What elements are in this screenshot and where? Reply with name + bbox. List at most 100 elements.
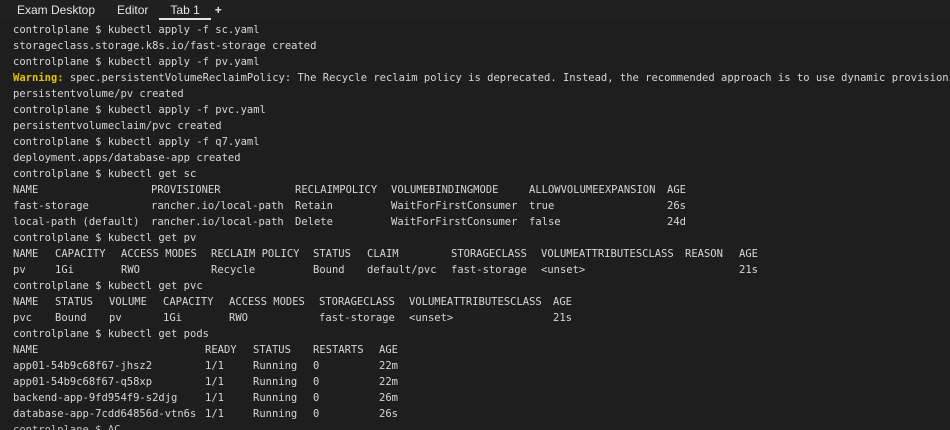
sc-cell: 24d [667,216,686,228]
pods-col-age: AGE [379,344,398,356]
sc-table-row: local-path (default) rancher.io/local-pa… [0,214,950,230]
pv-col-age: AGE [739,248,758,260]
pv-table-header: NAME CAPACITY ACCESS MODES RECLAIM POLIC… [0,246,950,262]
tab-terminal-1[interactable]: Tab 1 [159,3,211,20]
pv-cell: RWO [121,264,140,276]
pvc-col-volumeattributesclass: VOLUMEATTRIBUTESCLASS [409,296,542,308]
pv-col-reason: REASON [685,248,723,260]
tab-editor[interactable]: Editor [106,3,159,20]
pods-col-status: STATUS [253,344,291,356]
pv-cell: pv [13,264,26,276]
pvc-col-volume: VOLUME [109,296,147,308]
pvc-cell: RWO [229,312,248,324]
pv-col-volumeattributesclass: VOLUMEATTRIBUTESCLASS [541,248,674,260]
sc-cell: 26s [667,200,686,212]
pvc-col-name: NAME [13,296,39,308]
pods-table-row: app01-54b9c68f67-q58xp 1/1 Running 0 22m [0,374,950,390]
pods-cell: 26m [379,392,398,404]
add-tab-button[interactable]: + [211,3,228,20]
pvc-table-row: pvc Bound pv 1Gi RWO fast-storage <unset… [0,310,950,326]
sc-cell: local-path (default) [13,216,140,228]
sc-table-row: fast-storage rancher.io/local-path Retai… [0,198,950,214]
command-line: controlplane $ kubectl apply -f q7.yaml [13,136,260,148]
warning-line: Warning: spec.persistentVolumeReclaimPol… [0,70,950,86]
pvc-cell: pv [109,312,122,324]
command-line: controlplane $ kubectl get pods [13,328,209,340]
pvc-col-status: STATUS [55,296,93,308]
sc-cell: fast-storage [13,200,89,212]
pods-cell: 0 [313,376,320,388]
pv-cell: default/pvc [367,264,437,276]
pods-cell: Running [253,360,298,372]
output-line: deployment.apps/database-app created [13,152,241,164]
command-line: controlplane $ kubectl apply -f sc.yaml [13,24,260,36]
pods-cell: 0 [313,360,320,372]
pods-cell: 1/1 [205,408,224,420]
sc-cell: true [529,200,555,212]
sc-col-reclaimpolicy: RECLAIMPOLICY [295,184,378,196]
sc-col-volumebindingmode: VOLUMEBINDINGMODE [391,184,499,196]
pv-cell: Recycle [211,264,256,276]
sc-col-age: AGE [667,184,686,196]
pvc-cell: fast-storage [319,312,395,324]
pods-cell: backend-app-9fd954f9-s2djg [13,392,178,404]
pods-cell: 1/1 [205,360,224,372]
tab-exam-desktop[interactable]: Exam Desktop [6,3,106,20]
pvc-cell: 21s [553,312,572,324]
pv-cell: <unset> [541,264,586,276]
pv-cell: Bound [313,264,345,276]
pvc-cell: pvc [13,312,32,324]
pods-col-name: NAME [13,344,39,356]
pods-col-restarts: RESTARTS [313,344,364,356]
pvc-col-storageclass: STORAGECLASS [319,296,395,308]
sc-cell: false [529,216,561,228]
pods-cell: Running [253,376,298,388]
sc-col-provisioner: PROVISIONER [151,184,221,196]
pods-cell: 22m [379,360,398,372]
command-line: controlplane $ kubectl get pv [13,232,197,244]
pvc-col-access-modes: ACCESS MODES [229,296,305,308]
sc-table-header: NAME PROVISIONER RECLAIMPOLICY VOLUMEBIN… [0,182,950,198]
output-line: persistentvolume/pv created [13,88,184,100]
output-line: persistentvolumeclaim/pvc created [13,120,222,132]
pvc-col-capacity: CAPACITY [163,296,214,308]
sc-cell: rancher.io/local-path [151,216,284,228]
pods-cell: app01-54b9c68f67-q58xp [13,376,153,388]
warning-label: Warning: [13,72,64,84]
pods-cell: 26s [379,408,398,420]
command-prompt[interactable]: controlplane $ AC [0,422,950,430]
sc-cell: rancher.io/local-path [151,200,284,212]
pv-cell: 1Gi [55,264,74,276]
pv-cell: 21s [739,264,758,276]
command-line: controlplane $ kubectl get pvc [13,280,203,292]
pv-col-name: NAME [13,248,39,260]
pv-col-capacity: CAPACITY [55,248,106,260]
tab-bar: Exam Desktop Editor Tab 1 + [0,0,950,20]
pv-col-status: STATUS [313,248,351,260]
sc-cell: WaitForFirstConsumer [391,216,518,228]
pods-cell: app01-54b9c68f67-jhsz2 [13,360,153,372]
command-line: controlplane $ kubectl apply -f pvc.yaml [13,104,266,116]
pods-table-row: database-app-7cdd64856d-vtn6s 1/1 Runnin… [0,406,950,422]
pods-table-row: app01-54b9c68f67-jhsz2 1/1 Running 0 22m [0,358,950,374]
sc-col-allowvolumeexpansion: ALLOWVOLUMEEXPANSION [529,184,656,196]
pods-col-ready: READY [205,344,237,356]
pv-cell: fast-storage [451,264,527,276]
pods-cell: Running [253,392,298,404]
pods-table-row: backend-app-9fd954f9-s2djg 1/1 Running 0… [0,390,950,406]
pods-cell: 0 [313,392,320,404]
sc-cell: Retain [295,200,333,212]
pvc-cell: 1Gi [163,312,182,324]
output-line: storageclass.storage.k8s.io/fast-storage… [13,40,317,52]
terminal-output[interactable]: controlplane $ kubectl apply -f sc.yaml … [0,22,950,430]
pv-col-storageclass: STORAGECLASS [451,248,527,260]
pvc-cell: Bound [55,312,87,324]
command-line: controlplane $ kubectl get sc [13,168,197,180]
pods-cell: 1/1 [205,376,224,388]
pvc-col-age: AGE [553,296,572,308]
pvc-cell: <unset> [409,312,454,324]
pvc-table-header: NAME STATUS VOLUME CAPACITY ACCESS MODES… [0,294,950,310]
pods-cell: 1/1 [205,392,224,404]
pods-cell: 0 [313,408,320,420]
pods-cell: database-app-7cdd64856d-vtn6s [13,408,197,420]
